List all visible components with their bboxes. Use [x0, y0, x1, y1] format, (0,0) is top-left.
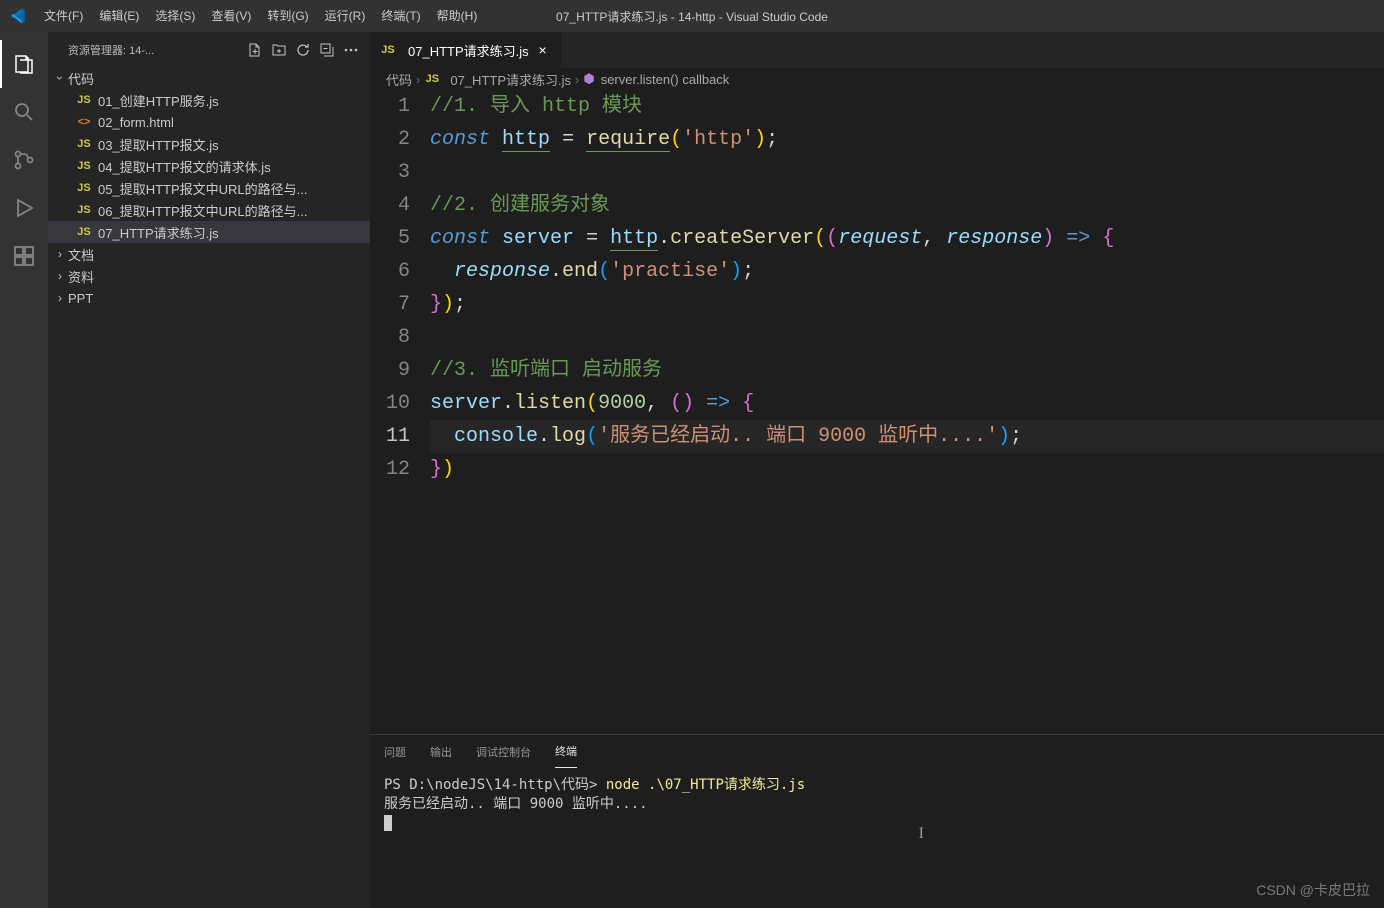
tab-label: 07_HTTP请求练习.js	[408, 41, 529, 60]
chevron-right-icon: ›	[52, 247, 68, 261]
file-item[interactable]: JS 01_创建HTTP服务.js	[48, 89, 370, 111]
panel-tab[interactable]: 问题	[384, 736, 406, 768]
breadcrumb-file: 07_HTTP请求练习.js	[450, 70, 571, 89]
js-file-icon: JS	[380, 44, 396, 56]
text-cursor-icon: I	[919, 825, 924, 843]
file-type-icon: JS	[76, 226, 92, 238]
file-label: 06_提取HTTP报文中URL的路径与...	[98, 201, 307, 220]
sidebar: 资源管理器: 14-... › 代码 JS 01_创建HTTP服务.js <> 02_…	[48, 32, 370, 908]
folder-root[interactable]: › 代码	[48, 67, 370, 89]
js-file-icon: JS	[424, 73, 440, 85]
extensions-icon[interactable]	[0, 232, 48, 280]
breadcrumb[interactable]: 代码 › JS 07_HTTP请求练习.js › ⬢ server.listen…	[370, 68, 1384, 90]
window-title: 07_HTTP请求练习.js - 14-http - Visual Studio…	[556, 8, 828, 25]
file-type-icon: <>	[76, 116, 92, 128]
chevron-right-icon: ›	[52, 269, 68, 283]
folder-item[interactable]: ›PPT	[48, 287, 370, 309]
activity-bar	[0, 32, 48, 908]
menu-item[interactable]: 终端(T)	[373, 0, 428, 32]
folder-item[interactable]: ›资料	[48, 265, 370, 287]
vscode-logo-icon	[0, 7, 36, 25]
chevron-down-icon: ›	[53, 70, 67, 86]
file-item[interactable]: JS 07_HTTP请求练习.js	[48, 221, 370, 243]
file-item[interactable]: JS 06_提取HTTP报文中URL的路径与...	[48, 199, 370, 221]
file-label: 03_提取HTTP报文.js	[98, 135, 219, 154]
folder-label: 文档	[68, 245, 94, 264]
folder-label: 资料	[68, 267, 94, 286]
more-actions-icon[interactable]	[340, 39, 362, 61]
panel-tabs: 问题输出调试控制台终端	[370, 735, 1384, 768]
menu-bar: 文件(F)编辑(E)选择(S)查看(V)转到(G)运行(R)终端(T)帮助(H)	[36, 0, 485, 32]
file-label: 02_form.html	[98, 115, 174, 130]
file-label: 04_提取HTTP报文的请求体.js	[98, 157, 271, 176]
folder-label: PPT	[68, 291, 93, 306]
terminal-cursor	[384, 815, 392, 831]
breadcrumb-folder: 代码	[386, 70, 412, 89]
explorer-header: 资源管理器: 14-...	[48, 32, 370, 67]
line-numbers: 123456789101112	[370, 90, 430, 734]
search-icon[interactable]	[0, 88, 48, 136]
menu-item[interactable]: 文件(F)	[36, 0, 91, 32]
watermark: CSDN @卡皮巴拉	[1256, 880, 1370, 900]
method-icon: ⬢	[583, 71, 594, 87]
run-debug-icon[interactable]	[0, 184, 48, 232]
menu-item[interactable]: 运行(R)	[317, 0, 374, 32]
source-control-icon[interactable]	[0, 136, 48, 184]
file-type-icon: JS	[76, 204, 92, 216]
refresh-icon[interactable]	[292, 39, 314, 61]
code-editor[interactable]: 123456789101112 //1. 导入 http 模块const htt…	[370, 90, 1384, 734]
menu-item[interactable]: 帮助(H)	[429, 0, 486, 32]
folder-item[interactable]: ›文档	[48, 243, 370, 265]
file-type-icon: JS	[76, 138, 92, 150]
file-item[interactable]: <> 02_form.html	[48, 111, 370, 133]
code-content[interactable]: //1. 导入 http 模块const http = require('htt…	[430, 90, 1384, 734]
editor-tabs: JS 07_HTTP请求练习.js ×	[370, 32, 1384, 68]
menu-item[interactable]: 转到(G)	[259, 0, 316, 32]
close-icon[interactable]: ×	[535, 42, 551, 58]
breadcrumb-symbol: server.listen() callback	[601, 72, 730, 87]
file-item[interactable]: JS 05_提取HTTP报文中URL的路径与...	[48, 177, 370, 199]
terminal[interactable]: PS D:\nodeJS\14-http\代码> node .\07_HTTP请…	[370, 768, 1384, 908]
tab-active[interactable]: JS 07_HTTP请求练习.js ×	[370, 32, 561, 68]
explorer-title: 资源管理器: 14-...	[68, 42, 244, 58]
chevron-right-icon: ›	[52, 291, 68, 305]
explorer-icon[interactable]	[0, 40, 48, 88]
panel-tab[interactable]: 调试控制台	[476, 736, 531, 768]
file-label: 01_创建HTTP服务.js	[98, 91, 219, 110]
menu-item[interactable]: 查看(V)	[203, 0, 259, 32]
file-label: 07_HTTP请求练习.js	[98, 223, 219, 242]
file-type-icon: JS	[76, 94, 92, 106]
titlebar: 文件(F)编辑(E)选择(S)查看(V)转到(G)运行(R)终端(T)帮助(H)…	[0, 0, 1384, 32]
panel-tab[interactable]: 输出	[430, 736, 452, 768]
file-type-icon: JS	[76, 160, 92, 172]
file-type-icon: JS	[76, 182, 92, 194]
file-item[interactable]: JS 03_提取HTTP报文.js	[48, 133, 370, 155]
menu-item[interactable]: 选择(S)	[147, 0, 203, 32]
menu-item[interactable]: 编辑(E)	[91, 0, 147, 32]
new-file-icon[interactable]	[244, 39, 266, 61]
chevron-right-icon: ›	[416, 72, 420, 87]
editor-area: JS 07_HTTP请求练习.js × 代码 › JS 07_HTTP请求练习.…	[370, 32, 1384, 908]
file-tree: › 代码 JS 01_创建HTTP服务.js <> 02_form.html JS 03_…	[48, 67, 370, 908]
collapse-all-icon[interactable]	[316, 39, 338, 61]
bottom-panel: 问题输出调试控制台终端 PS D:\nodeJS\14-http\代码> nod…	[370, 734, 1384, 908]
panel-tab[interactable]: 终端	[555, 735, 577, 768]
chevron-right-icon: ›	[575, 72, 579, 87]
new-folder-icon[interactable]	[268, 39, 290, 61]
file-item[interactable]: JS 04_提取HTTP报文的请求体.js	[48, 155, 370, 177]
file-label: 05_提取HTTP报文中URL的路径与...	[98, 179, 307, 198]
